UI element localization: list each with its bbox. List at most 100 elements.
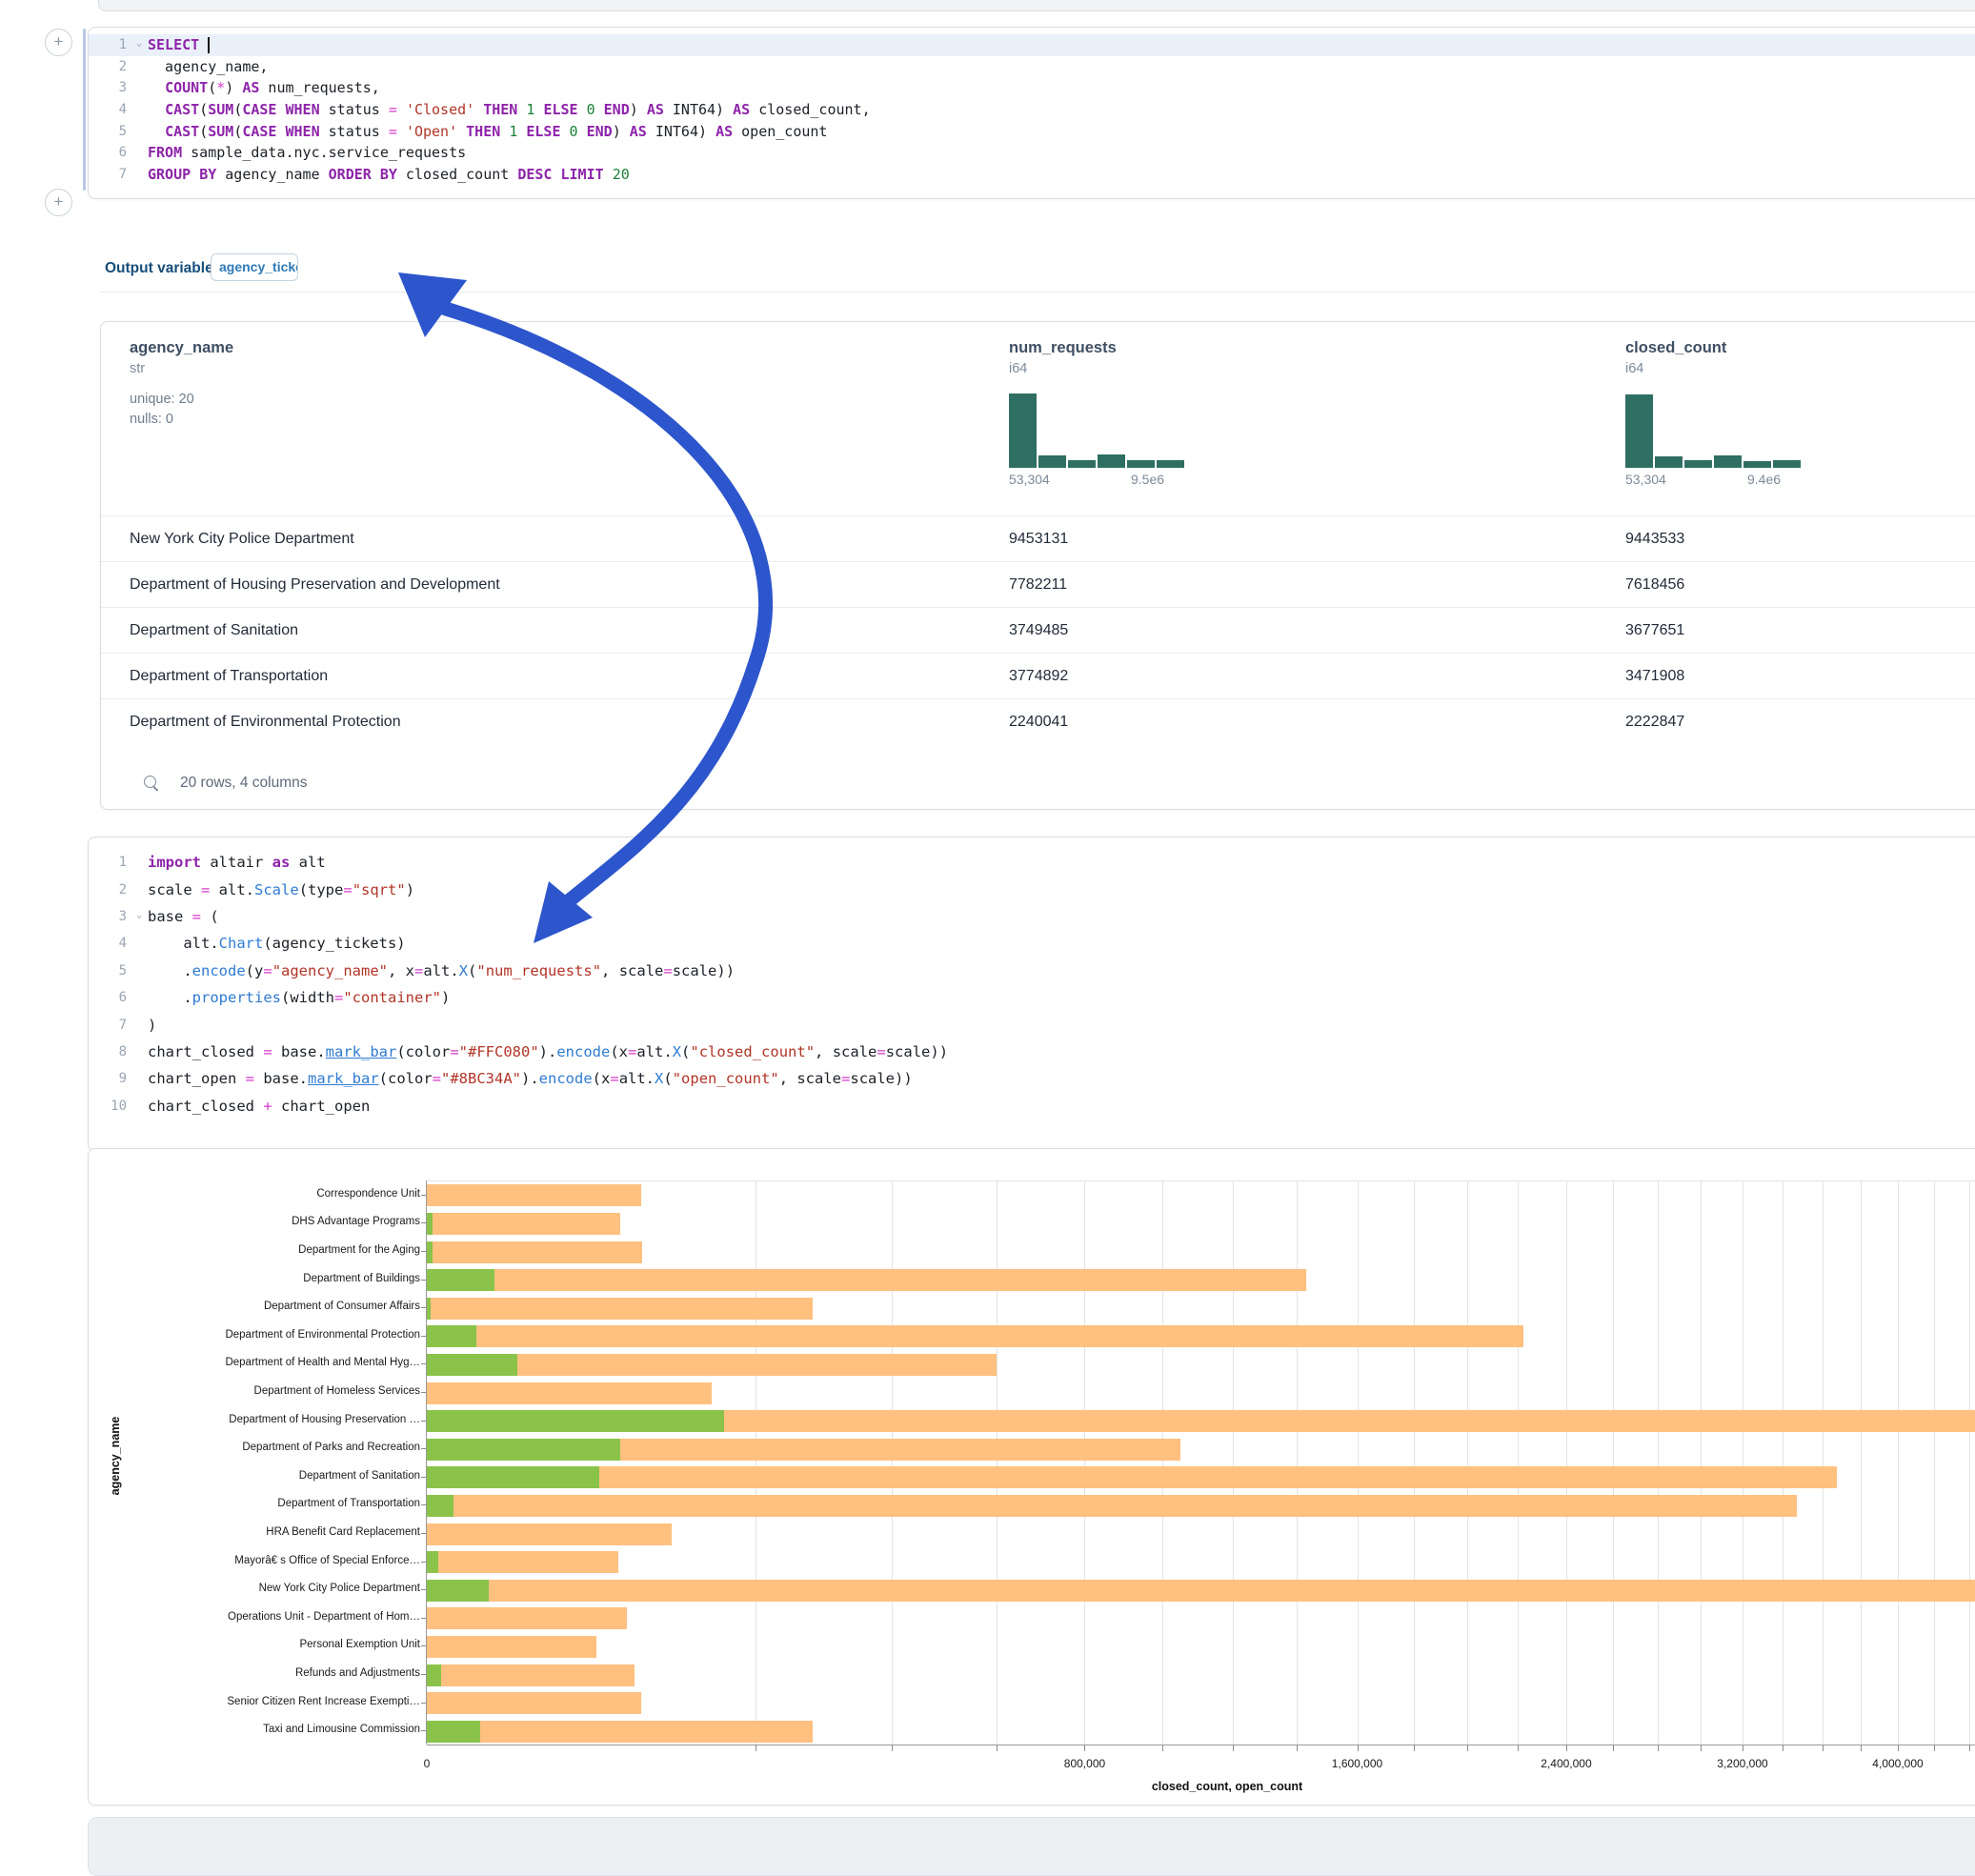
column-header-num-requests[interactable]: num_requests i64 53,304 9.5e6 — [1009, 339, 1190, 491]
code-line[interactable]: 3⌄base = ( — [89, 903, 1975, 930]
sql-code-cell[interactable]: 1⌄SELECT 2 agency_name,3 COUNT(*) AS num… — [88, 27, 1975, 199]
bar-closed_count — [427, 1382, 712, 1404]
table-row[interactable]: Department of Transportation377489234719… — [101, 653, 1975, 699]
fold-chevron-icon[interactable]: ⌄ — [136, 38, 142, 49]
table-cell: 3677651 — [1625, 608, 1684, 654]
bar-open_count — [427, 1439, 620, 1461]
bar-closed_count — [427, 1664, 635, 1686]
bar-open_count — [427, 1721, 480, 1743]
bar-closed_count — [427, 1580, 1975, 1602]
code-line[interactable]: 6 .properties(width="container") — [89, 984, 1975, 1011]
gridline — [1861, 1181, 1862, 1745]
x-minor-tick — [1934, 1745, 1935, 1751]
x-axis-label: 1,600,000 — [1332, 1757, 1382, 1770]
dataframe-table: agency_name str unique: 20 nulls: 0 num_… — [100, 321, 1975, 810]
code-line[interactable]: 1import altair as alt — [89, 849, 1975, 876]
code-line[interactable]: 9chart_open = base.mark_bar(color="#8BC3… — [89, 1065, 1975, 1092]
search-icon[interactable] — [144, 776, 159, 791]
bar-closed_count — [427, 1551, 618, 1573]
bar-closed_count — [427, 1466, 1837, 1488]
column-name: num_requests — [1009, 339, 1190, 357]
code-line[interactable]: 6FROM sample_data.nyc.service_requests — [89, 142, 1975, 164]
table-cell: 3774892 — [1009, 654, 1068, 699]
gridline — [997, 1181, 998, 1745]
bar-open_count — [427, 1466, 599, 1488]
y-axis-label: Taxi and Limousine Commission — [115, 1724, 420, 1735]
bar-closed_count — [427, 1636, 596, 1658]
line-number: 3⌄ — [89, 909, 131, 924]
code-line[interactable]: 5 .encode(y="agency_name", x=alt.X("num_… — [89, 958, 1975, 984]
y-axis-label: Personal Exemption Unit — [115, 1639, 420, 1650]
code-text: alt.Chart(agency_tickets) — [131, 935, 406, 952]
histogram-bar — [1009, 393, 1037, 468]
y-axis-label: Department of Consumer Affairs — [115, 1301, 420, 1312]
code-text: ) — [131, 1017, 156, 1034]
table-cell: 9443533 — [1625, 516, 1684, 562]
bar-closed_count — [427, 1213, 620, 1235]
fold-chevron-icon[interactable]: ⌄ — [136, 910, 142, 920]
column-header-closed-count[interactable]: closed_count i64 53,304 9.4e6 — [1625, 339, 1806, 491]
code-text: CAST(SUM(CASE WHEN status = 'Closed' THE… — [131, 101, 871, 118]
gridline — [1414, 1181, 1415, 1745]
gridline — [1658, 1181, 1659, 1745]
add-cell-button-output[interactable]: + — [45, 189, 72, 216]
y-axis-label: Senior Citizen Rent Increase Exempti… — [115, 1696, 420, 1707]
y-axis-label: Department for the Aging — [115, 1244, 420, 1256]
code-line[interactable]: 5 CAST(SUM(CASE WHEN status = 'Open' THE… — [89, 120, 1975, 142]
x-minor-tick — [1358, 1745, 1359, 1751]
text-cursor — [208, 37, 210, 53]
column-name: agency_name — [130, 339, 233, 357]
python-code-cell[interactable]: 1import altair as alt2scale = alt.Scale(… — [88, 837, 1975, 1151]
code-line[interactable]: 3 COUNT(*) AS num_requests, — [89, 77, 1975, 99]
histogram-closed-count — [1625, 393, 1806, 468]
x-minor-tick — [892, 1745, 893, 1751]
y-axis-label: Department of Transportation — [115, 1498, 420, 1509]
code-line[interactable]: 2scale = alt.Scale(type="sqrt") — [89, 876, 1975, 902]
gridline — [1162, 1181, 1163, 1745]
x-minor-tick — [1613, 1745, 1614, 1751]
hist-min-label: 53,304 — [1625, 472, 1666, 487]
x-minor-tick — [1297, 1745, 1298, 1751]
table-row[interactable]: Department of Environmental Protection22… — [101, 698, 1975, 745]
table-row[interactable]: Department of Sanitation37494853677651 — [101, 607, 1975, 654]
column-header-agency-name[interactable]: agency_name str unique: 20 nulls: 0 — [130, 339, 233, 430]
bar-open_count — [427, 1298, 431, 1320]
bar-open_count — [427, 1269, 494, 1291]
next-cell-edge[interactable] — [88, 1817, 1975, 1876]
x-minor-tick — [1414, 1745, 1415, 1751]
y-axis-label: Refunds and Adjustments — [115, 1667, 420, 1679]
gridline — [1934, 1181, 1935, 1745]
x-axis-label: 0 — [424, 1757, 431, 1770]
code-text: COUNT(*) AS num_requests, — [131, 79, 380, 96]
code-line[interactable]: 4 CAST(SUM(CASE WHEN status = 'Closed' T… — [89, 99, 1975, 121]
line-number: 6 — [89, 990, 131, 1005]
column-meta-nulls: nulls: 0 — [130, 410, 233, 430]
x-minor-tick — [1658, 1745, 1659, 1751]
table-cell: 2240041 — [1009, 699, 1068, 745]
output-variable-chip[interactable]: agency_tickets — [211, 253, 298, 281]
y-axis-label: Department of Parks and Recreation — [115, 1442, 420, 1453]
gridline — [1898, 1181, 1899, 1745]
gridline — [1823, 1181, 1824, 1745]
x-axis-label: 800,000 — [1064, 1757, 1105, 1770]
table-row[interactable]: Department of Housing Preservation and D… — [101, 561, 1975, 608]
code-line[interactable]: 7) — [89, 1011, 1975, 1038]
add-cell-button-top[interactable]: + — [45, 29, 72, 56]
code-line[interactable]: 10chart_closed + chart_open — [89, 1093, 1975, 1120]
code-line[interactable]: 7GROUP BY agency_name ORDER BY closed_co… — [89, 164, 1975, 186]
table-cell: Department of Sanitation — [130, 608, 298, 654]
column-type: i64 — [1009, 361, 1190, 376]
column-meta-unique: unique: 20 — [130, 390, 233, 410]
bar-closed_count — [427, 1692, 641, 1714]
code-text: base = ( — [131, 908, 219, 925]
code-line[interactable]: 2 agency_name, — [89, 56, 1975, 78]
code-line[interactable]: 4 alt.Chart(agency_tickets) — [89, 930, 1975, 957]
x-minor-tick — [1518, 1745, 1519, 1751]
code-line[interactable]: 1⌄SELECT — [89, 34, 1975, 56]
line-number: 5 — [89, 124, 131, 139]
code-line[interactable]: 8chart_closed = base.mark_bar(color="#FF… — [89, 1039, 1975, 1065]
table-row[interactable]: New York City Police Department945313194… — [101, 515, 1975, 562]
x-minor-tick — [1861, 1745, 1862, 1751]
code-text: FROM sample_data.nyc.service_requests — [131, 144, 466, 161]
histogram-bar — [1068, 460, 1096, 468]
